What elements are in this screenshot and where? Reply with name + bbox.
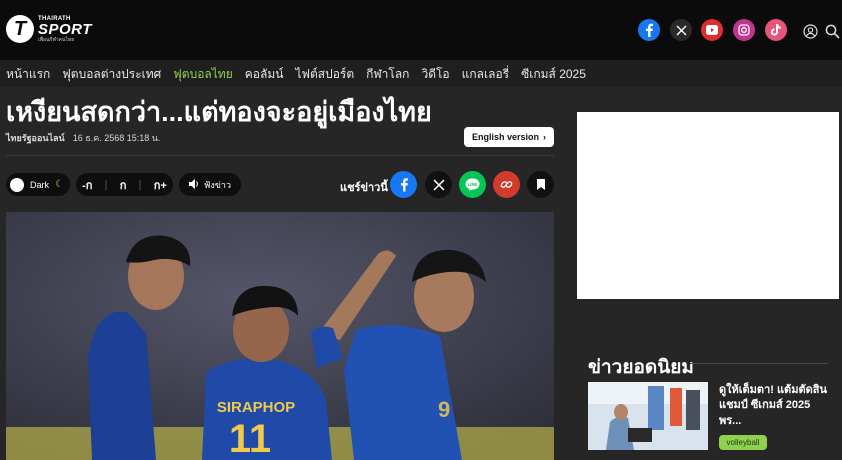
nav-item-thai-football[interactable]: ฟุตบอลไทย xyxy=(167,65,238,84)
top-bar: T THAIRATH SPORT เพื่อนกีฬาคนไทย xyxy=(0,0,842,61)
share-label: แชร์ข่าวนี้ xyxy=(340,182,388,194)
separator: | xyxy=(138,178,142,191)
logo-tagline: เพื่อนกีฬาคนไทย xyxy=(38,36,75,43)
nav-item-video[interactable]: วิดีโอ xyxy=(415,65,455,84)
facebook-icon[interactable] xyxy=(638,19,660,41)
logo-mark-icon: T xyxy=(6,15,34,43)
dark-mode-toggle[interactable]: Dark ☾ xyxy=(6,173,70,196)
moon-icon: ☾ xyxy=(55,179,64,190)
article-date: 16 ธ.ค. 2568 15:18 น. xyxy=(72,133,161,143)
bookmark-icon[interactable] xyxy=(527,171,554,198)
popular-news-title: ข่าวยอดนิยม xyxy=(588,357,694,378)
svg-text:LINE: LINE xyxy=(468,182,478,187)
font-size-controls: -ก | ก | ก+ xyxy=(76,173,173,196)
article-headline: เหงียนสดกว่า...แต่ทองจะอยู่เมืองไทย xyxy=(6,97,432,127)
advertisement-placeholder[interactable] xyxy=(577,112,839,299)
svg-text:9: 9 xyxy=(438,397,450,422)
separator: | xyxy=(104,178,108,191)
article-hero-image: SIRAPHOP 11 9 xyxy=(6,212,554,460)
link-icon[interactable] xyxy=(493,171,520,198)
tiktok-icon[interactable] xyxy=(765,19,787,41)
facebook-icon[interactable] xyxy=(390,171,417,198)
player-shirt-name: SIRAPHOP xyxy=(217,399,295,416)
line-icon[interactable]: LINE xyxy=(459,171,486,198)
site-logo[interactable]: T THAIRATH SPORT เพื่อนกีฬาคนไทย xyxy=(6,15,92,43)
divider xyxy=(690,363,828,364)
nav-item-sea-games[interactable]: ซีเกมส์ 2025 xyxy=(515,65,592,84)
dark-mode-label: Dark xyxy=(30,179,50,190)
speaker-icon xyxy=(188,178,200,191)
divider xyxy=(6,155,554,156)
popular-item-tag[interactable]: volleyball xyxy=(719,435,767,450)
font-decrease-button[interactable]: -ก xyxy=(82,176,92,194)
listen-label: ฟังข่าว xyxy=(203,179,232,190)
nav-item-home[interactable]: หน้าแรก xyxy=(0,65,56,84)
popular-item-headline[interactable]: ดูให้เต็มตา! แต้มตัดสินแชมป์ ซีเกมส์ 202… xyxy=(719,383,831,429)
article-source: ไทยรัฐออนไลน์ xyxy=(6,133,65,143)
youtube-icon[interactable] xyxy=(701,19,723,41)
logo-main-text: SPORT xyxy=(38,20,92,38)
chevron-right-icon: › xyxy=(543,132,547,142)
main-nav: หน้าแรก ฟุตบอลต่างประเทศ ฟุตบอลไทย คอลัม… xyxy=(0,61,842,87)
player-shirt-number: 11 xyxy=(229,417,271,460)
font-default-button[interactable]: ก xyxy=(120,176,127,194)
nav-item-column[interactable]: คอลัมน์ xyxy=(239,65,290,84)
search-icon[interactable] xyxy=(824,23,840,39)
nav-item-international-football[interactable]: ฟุตบอลต่างประเทศ xyxy=(56,65,167,84)
popular-item-thumbnail[interactable] xyxy=(588,382,708,450)
nav-item-gallery[interactable]: แกลเลอรี่ xyxy=(456,65,515,84)
article-byline: ไทยรัฐออนไลน์ 16 ธ.ค. 2568 15:18 น. xyxy=(6,131,160,145)
font-increase-button[interactable]: ก+ xyxy=(154,176,167,194)
nav-item-fight-sport[interactable]: ไฟต์สปอร์ต xyxy=(289,65,360,84)
english-version-label: English version xyxy=(471,132,540,142)
instagram-icon[interactable] xyxy=(733,19,755,41)
toggle-knob xyxy=(10,177,24,192)
x-icon[interactable] xyxy=(425,171,452,198)
english-version-button[interactable]: English version › xyxy=(464,127,554,147)
user-icon[interactable] xyxy=(802,23,818,39)
listen-button[interactable]: ฟังข่าว xyxy=(179,173,241,196)
x-icon[interactable] xyxy=(670,19,692,41)
hero-photo: SIRAPHOP 11 9 xyxy=(6,212,554,460)
nav-item-world-sport[interactable]: กีฬาโลก xyxy=(360,65,415,84)
